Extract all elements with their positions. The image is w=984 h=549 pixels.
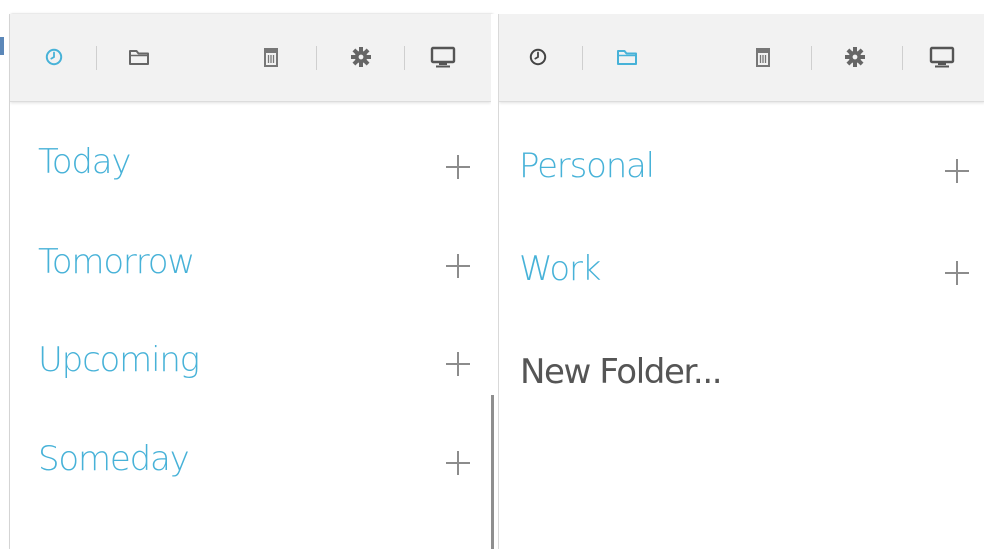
trash-icon[interactable]: [258, 44, 284, 70]
edge-marker: [0, 37, 4, 55]
toolbar-separator: [404, 46, 405, 70]
toolbar-separator: [582, 46, 583, 70]
clock-icon[interactable]: [525, 44, 551, 70]
add-icon[interactable]: [945, 159, 969, 183]
app-window: Today Tomorrow Upcoming Someday Personal…: [0, 0, 984, 549]
toolbar-separator: [316, 46, 317, 70]
list-item-someday[interactable]: Someday: [10, 429, 491, 489]
new-folder-button[interactable]: New Folder...: [520, 352, 723, 392]
folder-item-label: Personal: [519, 146, 655, 186]
folder-item-work[interactable]: Work: [499, 239, 984, 299]
trash-icon[interactable]: [750, 44, 776, 70]
list-item-tomorrow[interactable]: Tomorrow: [10, 232, 491, 292]
folder-item-personal[interactable]: Personal: [499, 136, 984, 196]
toolbar-separator: [96, 46, 97, 70]
clock-icon[interactable]: [41, 44, 67, 70]
gear-icon[interactable]: [842, 44, 868, 70]
list-item-label: Someday: [38, 439, 190, 479]
add-icon[interactable]: [446, 352, 470, 376]
add-icon[interactable]: [945, 261, 969, 285]
folders-panel: Personal Work New Folder...: [498, 14, 984, 549]
add-icon[interactable]: [446, 254, 470, 278]
monitor-icon[interactable]: [428, 44, 458, 70]
folder-icon[interactable]: [126, 44, 152, 70]
time-lists-panel: Today Tomorrow Upcoming Someday: [10, 14, 492, 549]
toolbar: [499, 14, 984, 102]
add-icon[interactable]: [446, 451, 470, 475]
list-item-label: Upcoming: [38, 340, 200, 380]
gear-icon[interactable]: [348, 44, 374, 70]
monitor-icon[interactable]: [927, 44, 957, 70]
window-top-edge: [0, 0, 984, 14]
folder-item-label: Work: [519, 249, 602, 289]
panel-gap-shadow: [491, 395, 494, 549]
toolbar-separator: [902, 46, 903, 70]
list-item-label: Today: [38, 142, 132, 182]
list-item-label: Tomorrow: [38, 242, 195, 282]
left-gutter: [0, 14, 10, 549]
toolbar: [10, 14, 491, 102]
list-item-today[interactable]: Today: [10, 132, 491, 192]
list-item-upcoming[interactable]: Upcoming: [10, 330, 491, 390]
folder-icon[interactable]: [614, 44, 640, 70]
toolbar-separator: [811, 46, 812, 70]
add-icon[interactable]: [446, 155, 470, 179]
